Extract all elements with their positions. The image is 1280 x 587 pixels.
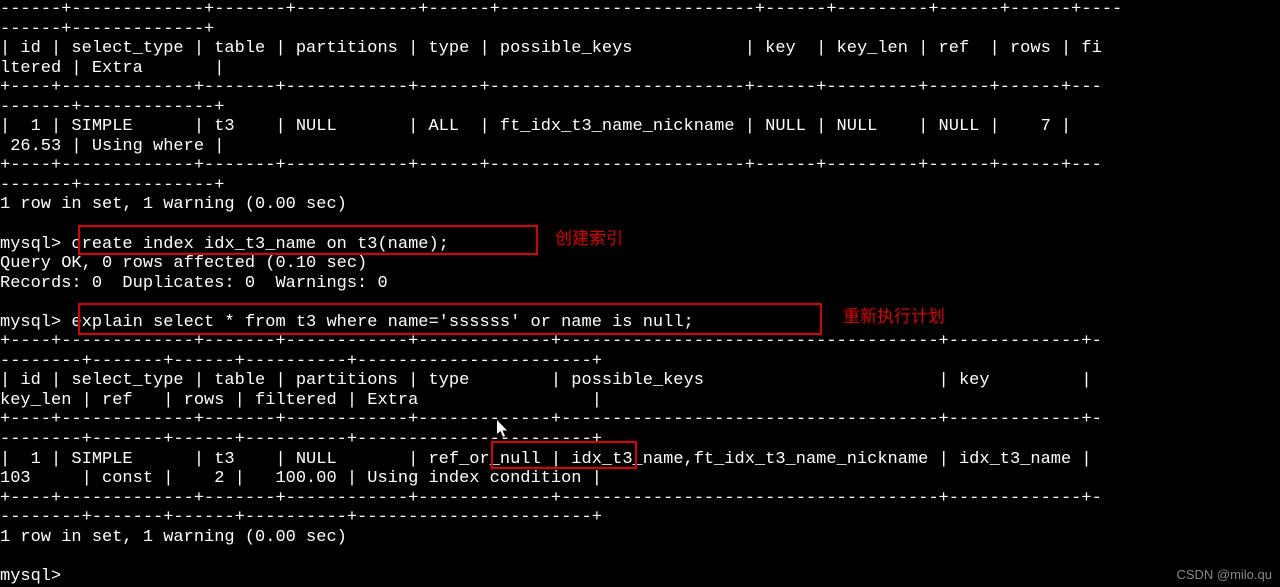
mysql-prompt: mysql> explain select * from t3 where na… [0,313,694,332]
table-row: 103 | const | 2 | 100.00 | Using index c… [0,469,602,488]
mysql-prompt: mysql> create index idx_t3_name on t3(na… [0,235,449,254]
result-text: 1 row in set, 1 warning (0.00 sec) [0,528,347,547]
table-border: +----+-------------+-------+------------… [0,78,1102,97]
table-border: --------+-------+------+----------+-----… [0,508,602,527]
sql-command: explain select * from t3 where name='sss… [71,313,693,332]
table-border: -------+-------------+ [0,176,224,195]
table-border: -------+-------------+ [0,98,224,117]
table-row: | 1 | SIMPLE | t3 | NULL | ref_or_null |… [0,450,1092,469]
table-border: ------+-------------+-------+-----------… [0,0,1122,19]
table-border: --------+-------+------+----------+-----… [0,352,602,371]
table-border: --------+-------+------+----------+-----… [0,430,602,449]
watermark-text: CSDN @milo.qu [1176,568,1272,583]
table-border: ------+-------------+ [0,20,214,39]
table-border: +----+-------------+-------+------------… [0,489,1102,508]
annotation-create-index: 创建索引 [555,229,623,249]
ref-or-null-value: ref_or_null [428,450,540,469]
table-row: 26.53 | Using where | [0,137,224,156]
table-header: | id | select_type | table | partitions … [0,371,1092,390]
table-border: +----+-------------+-------+------------… [0,332,1102,351]
table-row: | 1 | SIMPLE | t3 | NULL | ALL | ft_idx_… [0,117,1102,136]
mysql-prompt[interactable]: mysql> [0,567,61,586]
terminal-output: ------+-------------+ -------+-----------… [0,0,1280,586]
table-header: ltered | Extra | [0,59,224,78]
table-header: | id | select_type | table | partitions … [0,39,1102,58]
table-header: key_len | ref | rows | filtered | Extra … [0,391,602,410]
annotation-explain: 重新执行计划 [843,307,945,327]
table-border: +----+-------------+-------+------------… [0,410,1102,429]
table-border: +----+-------------+-------+------------… [0,156,1102,175]
query-result: Query OK, 0 rows affected (0.10 sec) [0,254,367,273]
sql-command: create index idx_t3_name on t3(name); [71,235,448,254]
records-info: Records: 0 Duplicates: 0 Warnings: 0 [0,274,388,293]
result-text: 1 row in set, 1 warning (0.00 sec) [0,195,347,214]
